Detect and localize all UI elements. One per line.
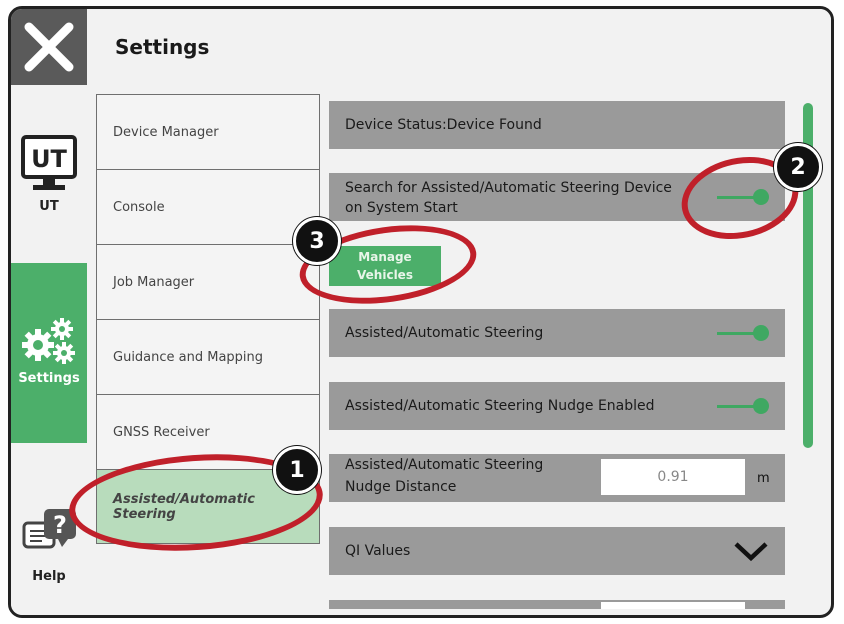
nav-settings-label: Settings [18, 371, 80, 386]
gears-icon [22, 318, 75, 364]
close-button[interactable] [11, 9, 87, 85]
nudge-enabled-row: Assisted/Automatic Steering Nudge Enable… [329, 382, 785, 430]
menu-item-job-manager[interactable]: Job Manager [96, 244, 320, 319]
close-icon [24, 22, 74, 72]
steering-row: Assisted/Automatic Steering [329, 309, 785, 357]
nav-help-label: Help [32, 569, 66, 584]
device-status-text: Device Status:Device Found [345, 117, 542, 133]
device-status-row: Device Status:Device Found [329, 101, 785, 149]
qi-values-row[interactable]: QI Values [329, 527, 785, 575]
toggle-knob [753, 398, 769, 414]
steering-toggle[interactable] [717, 325, 769, 341]
menu-item-console[interactable]: Console [96, 169, 320, 244]
nav-ut-label: UT [39, 199, 59, 214]
menu-item-device-manager[interactable]: Device Manager [96, 94, 320, 169]
chevron-down-icon [734, 542, 768, 562]
annotation-badge-2: 2 [774, 143, 822, 191]
nav-ut[interactable]: UT UT [11, 131, 87, 231]
nudge-distance-unit: m [757, 471, 770, 486]
ut-icon-text: UT [31, 145, 67, 173]
next-row-field [601, 602, 745, 609]
next-row [329, 600, 785, 609]
annotation-badge-3: 3 [293, 217, 341, 265]
qi-values-label: QI Values [345, 543, 411, 559]
annotation-badge-1: 1 [273, 446, 321, 494]
nudge-distance-row: Assisted/Automatic Steering Nudge Distan… [329, 454, 785, 502]
nudge-enabled-toggle[interactable] [717, 398, 769, 414]
nudge-distance-input[interactable]: 0.91 [601, 459, 745, 495]
monitor-icon: UT [21, 135, 77, 190]
title-bar: Settings [87, 9, 831, 85]
left-nav: UT UT Settings ? Help [11, 85, 87, 615]
steering-label: Assisted/Automatic Steering [345, 325, 544, 341]
toggle-knob [753, 325, 769, 341]
svg-text:?: ? [53, 511, 67, 539]
menu-item-guidance-mapping[interactable]: Guidance and Mapping [96, 319, 320, 394]
page-title: Settings [115, 35, 210, 59]
nudge-enabled-label: Assisted/Automatic Steering Nudge Enable… [345, 398, 655, 414]
nav-settings[interactable]: Settings [11, 263, 87, 443]
